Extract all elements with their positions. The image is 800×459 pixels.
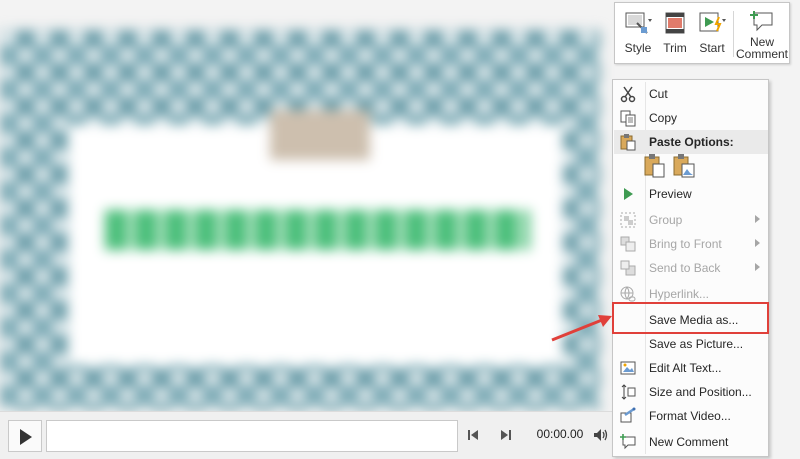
move-forward-button[interactable] (497, 426, 515, 444)
paste-as-picture-button[interactable] (672, 153, 696, 179)
menu-item-format-video[interactable]: Format Video... (614, 404, 768, 428)
skip-forward-icon (501, 430, 511, 440)
menu-item-label: Bring to Front (649, 237, 722, 251)
menu-item-label: Copy (649, 111, 678, 125)
new-comment-button[interactable]: New Comment (734, 3, 790, 65)
start-button[interactable]: Start (693, 3, 731, 65)
menu-item-cut[interactable]: Cut (614, 82, 768, 106)
style-button[interactable]: Style (619, 3, 657, 65)
hyperlink-icon (620, 286, 636, 302)
menu-item-label: Send to Back (649, 261, 721, 275)
slide-blurred-text (105, 210, 530, 250)
scissors-icon (620, 86, 636, 103)
menu-item-bring-to-front: Bring to Front (614, 232, 768, 256)
menu-item-new-comment[interactable]: New Comment (614, 430, 768, 454)
menu-item-label: Paste Options: (649, 135, 734, 149)
submenu-arrow-icon (755, 239, 760, 247)
progress-track[interactable] (46, 420, 458, 452)
size-position-icon (621, 384, 636, 400)
menu-item-label: New Comment (649, 435, 729, 449)
new-comment-label-line2: Comment (735, 47, 788, 61)
video-style-icon (625, 12, 652, 34)
play-button[interactable] (8, 420, 42, 452)
menu-item-size-and-position[interactable]: Size and Position... (614, 380, 768, 404)
play-icon (20, 429, 32, 445)
menu-item-label: Cut (649, 87, 668, 101)
paste-as-picture-icon (673, 154, 695, 178)
menu-item-copy[interactable]: Copy (614, 106, 768, 130)
menu-item-label: Edit Alt Text... (649, 361, 722, 375)
slide-blurred-tag (270, 110, 370, 160)
mini-toolbar: Style Trim Start New Comment (614, 2, 790, 64)
submenu-arrow-icon (755, 215, 760, 223)
menu-item-save-as-picture[interactable]: Save as Picture... (614, 332, 768, 356)
new-comment-icon (620, 434, 636, 450)
start-playback-icon (699, 12, 726, 32)
new-comment-label: New Comment (734, 36, 790, 60)
menu-item-preview[interactable]: Preview (614, 182, 768, 206)
powerpoint-workspace: 00:00.00 Style Trim Start New Comment Cu… (0, 0, 800, 459)
menu-item-label: Format Video... (649, 409, 731, 423)
media-control-bar: 00:00.00 (0, 411, 614, 459)
menu-paste-options-header: Paste Options: (614, 130, 768, 154)
menu-item-label: Hyperlink... (649, 287, 710, 301)
menu-item-group: Group (614, 208, 768, 232)
submenu-arrow-icon (755, 263, 760, 271)
menu-item-label: Preview (649, 187, 692, 201)
trim-button[interactable]: Trim (657, 3, 693, 65)
video-frame[interactable] (0, 30, 600, 410)
skip-back-icon (468, 430, 478, 440)
bring-to-front-icon (620, 236, 636, 252)
speaker-icon (594, 429, 608, 441)
start-label: Start (699, 41, 725, 55)
menu-item-label: Save as Picture... (649, 337, 744, 351)
annotation-arrow-icon (551, 315, 612, 342)
menu-item-label: Size and Position... (649, 385, 752, 399)
menu-item-label: Group (649, 213, 683, 227)
play-icon (624, 188, 633, 200)
volume-button[interactable] (592, 426, 610, 444)
format-video-icon (620, 407, 636, 423)
copy-icon (620, 110, 636, 127)
alt-text-icon (620, 361, 636, 375)
trim-video-icon (665, 12, 685, 34)
clipboard-icon (620, 134, 636, 151)
new-comment-icon (750, 11, 773, 32)
move-back-button[interactable] (464, 426, 482, 444)
paste-keep-source-icon (644, 154, 665, 178)
menu-item-edit-alt-text[interactable]: Edit Alt Text... (614, 356, 768, 380)
time-readout: 00:00.00 (536, 427, 584, 441)
send-to-back-icon (620, 260, 636, 276)
menu-item-send-to-back: Send to Back (614, 256, 768, 280)
paste-keep-source-button[interactable] (643, 153, 667, 179)
group-icon (620, 212, 636, 228)
highlight-rectangle (612, 302, 769, 334)
style-label: Style (624, 41, 652, 55)
context-menu: Cut Copy Paste Options: Preview Group Br… (612, 79, 769, 457)
trim-label: Trim (663, 41, 687, 55)
